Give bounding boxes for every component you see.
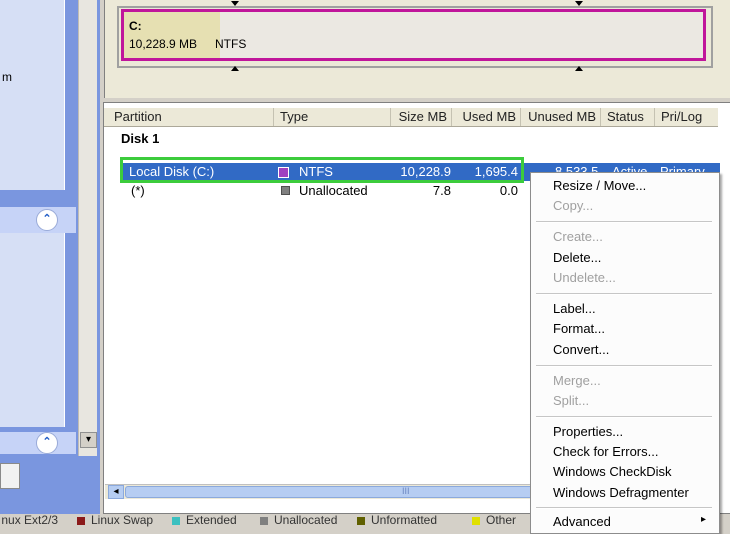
menu-item-label[interactable]: Label... bbox=[553, 301, 596, 316]
column-header-row: Partition Type Size MB Used MB Unused MB… bbox=[104, 108, 718, 127]
pointer-up-icon bbox=[231, 66, 239, 71]
left-pane-scrollbar[interactable]: ▾ bbox=[78, 0, 97, 456]
menu-item-resize-move[interactable]: Resize / Move... bbox=[553, 178, 646, 193]
menu-item-format[interactable]: Format... bbox=[553, 321, 605, 336]
collapse-up-icon[interactable]: ⌃ bbox=[36, 209, 58, 231]
row-partition-name: (*) bbox=[131, 183, 145, 198]
column-header-partition[interactable]: Partition bbox=[108, 108, 274, 126]
menu-item-split[interactable]: Split... bbox=[553, 393, 589, 408]
menu-separator bbox=[536, 365, 712, 367]
column-header-prilog[interactable]: Pri/Log bbox=[655, 108, 718, 126]
scroll-down-icon[interactable]: ▾ bbox=[80, 432, 97, 448]
task-pane-section: m bbox=[0, 0, 65, 190]
task-pane-section-header[interactable]: ⌃ bbox=[0, 207, 76, 233]
menu-item-advanced[interactable]: Advanced bbox=[553, 514, 611, 529]
column-header-type[interactable]: Type bbox=[274, 108, 391, 126]
legend-swatch-icon bbox=[472, 517, 480, 525]
task-pane-section bbox=[0, 233, 65, 427]
menu-item-merge[interactable]: Merge... bbox=[553, 373, 601, 388]
pointer-up-icon bbox=[575, 66, 583, 71]
legend-swatch-icon bbox=[77, 517, 85, 525]
column-header-size[interactable]: Size MB bbox=[391, 108, 452, 126]
row-used: 0.0 bbox=[499, 183, 518, 198]
legend-label: Extended bbox=[186, 513, 237, 527]
partition-drive-letter: C: bbox=[129, 19, 142, 33]
legend-label: Linux Ext2/3 bbox=[1, 513, 59, 527]
legend-label: Other bbox=[486, 513, 517, 527]
menu-item-windows-defragmenter[interactable]: Windows Defragmenter bbox=[553, 485, 689, 500]
row-type: Unallocated bbox=[299, 183, 368, 198]
legend-swatch-icon bbox=[260, 517, 268, 525]
submenu-arrow-icon: ▸ bbox=[701, 514, 707, 525]
partition-size: 10,228.9 MB bbox=[129, 37, 198, 51]
menu-item-create[interactable]: Create... bbox=[553, 229, 603, 244]
menu-item-convert[interactable]: Convert... bbox=[553, 342, 609, 357]
menu-separator bbox=[536, 507, 712, 509]
legend-label: Unallocated bbox=[274, 513, 338, 527]
menu-item-copy[interactable]: Copy... bbox=[553, 198, 593, 213]
menu-separator bbox=[536, 293, 712, 295]
menu-separator bbox=[536, 221, 712, 223]
task-pane-partial-text: m bbox=[2, 70, 12, 84]
legend-swatch-icon bbox=[357, 517, 365, 525]
thumb-grip-icon: III bbox=[402, 486, 410, 496]
scroll-left-icon[interactable]: ◂ bbox=[108, 485, 124, 499]
column-header-used[interactable]: Used MB bbox=[452, 108, 521, 126]
column-header-unused[interactable]: Unused MB bbox=[521, 108, 601, 126]
legend-label: Linux Swap bbox=[91, 513, 154, 527]
task-pane-button[interactable] bbox=[0, 463, 20, 489]
partition-filesystem: NTFS bbox=[215, 37, 247, 51]
menu-item-check-errors[interactable]: Check for Errors... bbox=[553, 444, 658, 459]
menu-item-delete[interactable]: Delete... bbox=[553, 250, 601, 265]
menu-item-windows-checkdisk[interactable]: Windows CheckDisk bbox=[553, 464, 671, 479]
collapse-up-icon[interactable]: ⌃ bbox=[36, 432, 58, 454]
selection-highlight-outline bbox=[120, 157, 524, 183]
menu-item-properties[interactable]: Properties... bbox=[553, 424, 623, 439]
task-pane-section-header[interactable]: ⌃ bbox=[0, 432, 76, 454]
unallocated-type-icon bbox=[281, 186, 290, 195]
column-header-status[interactable]: Status bbox=[601, 108, 655, 126]
legend-swatch-icon bbox=[172, 517, 180, 525]
disk-label: Disk 1 bbox=[121, 131, 160, 146]
menu-separator bbox=[536, 416, 712, 418]
legend-label: Unformatted bbox=[371, 513, 438, 527]
menu-item-undelete[interactable]: Undelete... bbox=[553, 270, 616, 285]
row-size: 7.8 bbox=[432, 183, 451, 198]
